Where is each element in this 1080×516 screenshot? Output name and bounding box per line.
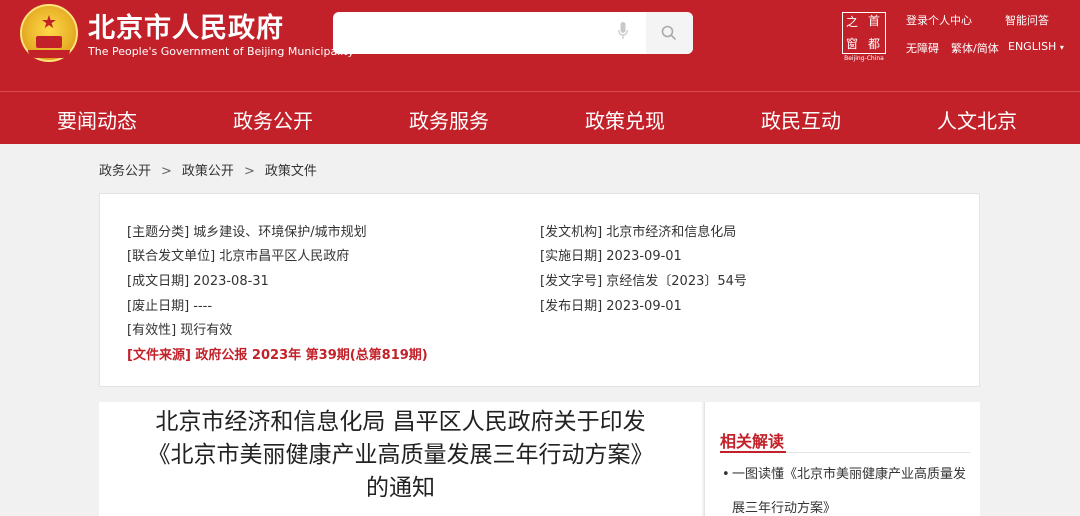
info-joint-issuer: [联合发文单位] 北京市昌平区人民政府 [127, 249, 350, 264]
info-issuing-agency: [发文机构] 北京市经济和信息化局 [540, 225, 737, 240]
site-subtitle: The People's Government of Beijing Munic… [88, 45, 355, 58]
breadcrumb-item[interactable]: 政策公开 [182, 164, 234, 179]
document-info-panel: [主题分类] 城乡建设、环境保护/城市规划 [联合发文单位] 北京市昌平区人民政… [99, 193, 980, 387]
title-underline [720, 451, 786, 453]
info-expiry-date: [废止日期] ---- [127, 299, 213, 314]
article-main: 北京市经济和信息化局 昌平区人民政府关于印发 《北京市美丽健康产业高质量发展三年… [99, 402, 702, 516]
search-input[interactable] [343, 20, 613, 46]
breadcrumb-item[interactable]: 政务公开 [99, 164, 151, 179]
nav-item-gov-services[interactable]: 政务服务 [409, 105, 489, 134]
search-icon [661, 25, 677, 41]
related-item-link[interactable]: • 一图读懂《北京市美丽健康产业高质量发展三年行动方案》 [722, 458, 972, 516]
bullet-icon: • [722, 467, 730, 482]
search-box [333, 12, 693, 54]
site-title[interactable]: 北京市人民政府 [88, 6, 284, 45]
nav-item-policy-redemption[interactable]: 政策兑现 [585, 105, 665, 134]
main-nav: 要闻动态 政务公开 政务服务 政策兑现 政民互动 人文北京 [0, 91, 1080, 144]
accessibility-link[interactable]: 无障碍 [906, 40, 939, 56]
info-effective-date: [实施日期] 2023-09-01 [540, 249, 682, 264]
nav-item-news[interactable]: 要闻动态 [57, 105, 137, 134]
info-document-number: [发文字号] 京经信发〔2023〕54号 [540, 274, 747, 289]
info-topic: [主题分类] 城乡建设、环境保护/城市规划 [127, 225, 367, 240]
traditional-simplified-link[interactable]: 繁体/简体 [951, 40, 999, 56]
breadcrumb-item[interactable]: 政策文件 [265, 164, 317, 179]
site-header: ★ 北京市人民政府 The People's Government of Bei… [0, 0, 1080, 91]
national-emblem-icon[interactable]: ★ [20, 4, 78, 62]
info-publish-date: [发布日期] 2023-09-01 [540, 299, 682, 314]
article-title: 北京市经济和信息化局 昌平区人民政府关于印发 《北京市美丽健康产业高质量发展三年… [147, 409, 654, 501]
english-link[interactable]: ENGLISH ▾ [1008, 40, 1064, 53]
related-title: 相关解读 [720, 432, 785, 451]
breadcrumb-separator: > [243, 164, 255, 179]
nav-item-gov-affairs[interactable]: 政务公开 [233, 105, 313, 134]
breadcrumb: 政务公开 > 政策公开 > 政策文件 [99, 160, 323, 179]
info-validity: [有效性] 现行有效 [127, 323, 233, 338]
info-source[interactable]: [文件来源] 政府公报 2023年 第39期(总第819期) [127, 344, 428, 363]
breadcrumb-separator: > [161, 164, 172, 179]
nav-item-interaction[interactable]: 政民互动 [761, 105, 841, 134]
search-button[interactable] [646, 12, 693, 54]
info-written-date: [成文日期] 2023-08-31 [127, 274, 269, 289]
chevron-down-icon: ▾ [1059, 43, 1064, 52]
related-sidebar: 相关解读 • 一图读懂《北京市美丽健康产业高质量发展三年行动方案》 [704, 402, 980, 516]
nav-item-culture[interactable]: 人文北京 [937, 105, 1017, 134]
login-link[interactable]: 登录个人中心 [906, 12, 972, 28]
logo-caption: Beijing-China [844, 55, 884, 62]
smart-qa-link[interactable]: 智能问答 [1005, 12, 1049, 28]
microphone-icon[interactable] [618, 22, 628, 40]
